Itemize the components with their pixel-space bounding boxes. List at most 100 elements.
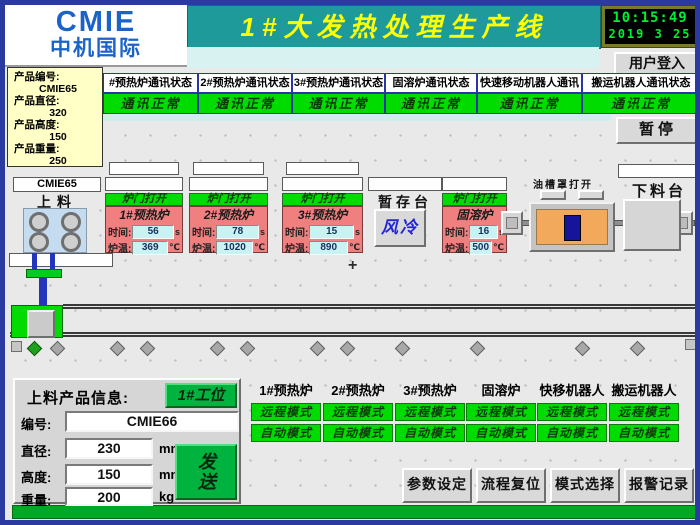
rail-left-handle xyxy=(501,211,523,235)
field-label: 高度: xyxy=(21,467,51,486)
auto-mode-button[interactable]: 自动模式 xyxy=(609,424,679,442)
comm-header-6: 搬运机器人通讯状态 xyxy=(582,73,700,93)
auto-mode-button[interactable]: 自动模式 xyxy=(395,424,465,442)
solution-furnace-name: 固溶炉 xyxy=(445,208,504,223)
product-info-value: 150 xyxy=(14,131,102,143)
robot-carriage xyxy=(27,310,55,338)
hmi-screen: CMIE 中机国际 1#大发热处理生产线 10:15:49 2019 3 25 … xyxy=(0,0,700,525)
solution-temp-value: 500 xyxy=(469,241,492,255)
mode-col-header: 快移机器人 xyxy=(537,382,607,400)
solution-door-status: 炉门打开 xyxy=(442,193,507,206)
product-id-input[interactable]: CMIE66 xyxy=(65,411,239,432)
clock-date: 2019 3 25 xyxy=(605,27,695,42)
comm-status-3: 通讯正常 xyxy=(292,93,385,114)
auto-mode-button[interactable]: 自动模式 xyxy=(537,424,607,442)
loading-form-panel: 上料产品信息: 1#工位 编号: CMIE66 直径: 230 mm 高度: 1… xyxy=(13,378,241,504)
furnace3-slot-b xyxy=(282,177,363,191)
remote-mode-button[interactable]: 远程模式 xyxy=(323,403,393,421)
comm-header-5: 快速移动机器人通讯 xyxy=(477,73,582,93)
limit-switch-icon xyxy=(11,341,22,352)
furnace1-door-status: 炉门打开 xyxy=(105,193,183,206)
furnace2-time-value: 78 xyxy=(216,225,259,239)
field-label: 重量: xyxy=(21,490,51,509)
field-label: 编号: xyxy=(21,414,51,433)
furnace2-slot-a xyxy=(193,162,264,175)
temp-label: 炉温: xyxy=(108,240,131,255)
temp-label: 炉温: xyxy=(445,240,468,255)
mode-col-header: 3#预热炉 xyxy=(395,382,465,400)
comm-header-4: 固溶炉通讯状态 xyxy=(385,73,477,93)
air-cool-button[interactable]: 风冷 xyxy=(374,209,426,247)
comm-header-2: 2#预热炉通讯状态 xyxy=(198,73,292,93)
product-info-label: 产品重量: xyxy=(14,143,102,155)
param-setting-button[interactable]: 参数设定 xyxy=(402,468,472,503)
oil-quench-tank xyxy=(529,202,615,252)
furnace3-panel: 3#预热炉 时间: 15 s 炉温: 890 ℃ xyxy=(282,206,363,253)
auto-mode-button[interactable]: 自动模式 xyxy=(466,424,536,442)
furnace1-time-value: 56 xyxy=(132,225,174,239)
gripper-finger-icon xyxy=(32,253,37,270)
solution-furnace-panel: 固溶炉 时间: 16 s 炉温: 500 ℃ xyxy=(442,206,507,253)
unloading-slot xyxy=(618,164,700,178)
auto-mode-button[interactable]: 自动模式 xyxy=(323,424,393,442)
oil-tank-cover-button-left[interactable] xyxy=(540,190,566,200)
unit-label: kg xyxy=(159,489,174,504)
gripper-finger-icon xyxy=(50,253,55,270)
unloading-platform xyxy=(623,199,681,251)
diameter-input[interactable]: 230 xyxy=(65,438,153,459)
pause-button[interactable]: 暂停 xyxy=(616,117,700,144)
roller-icon xyxy=(61,232,81,252)
logo-text-cn: 中机国际 xyxy=(5,37,187,61)
comm-status-4: 通讯正常 xyxy=(385,93,477,114)
furnace1-panel: 1#预热炉 时间: 56 s 炉温: 369 ℃ xyxy=(105,206,183,253)
furnace2-name: 2#预热炉 xyxy=(192,208,265,223)
comm-status-5: 通讯正常 xyxy=(477,93,582,114)
auto-mode-button[interactable]: 自动模式 xyxy=(251,424,321,442)
oil-tank-cover-button-right[interactable] xyxy=(578,190,604,200)
mode-col-header: 搬运机器人 xyxy=(609,382,679,400)
mode-col-header: 固溶炉 xyxy=(466,382,536,400)
rail-marker: + xyxy=(348,257,357,275)
temp-unit: ℃ xyxy=(349,242,360,253)
loading-track-box xyxy=(9,253,113,267)
furnace2-slot-b xyxy=(189,177,268,191)
product-info-label: 产品编号: xyxy=(14,71,102,83)
process-reset-button[interactable]: 流程复位 xyxy=(476,468,546,503)
send-button-label: 发送 xyxy=(193,452,219,492)
alarm-record-button[interactable]: 报警记录 xyxy=(624,468,694,503)
upper-rail xyxy=(63,304,700,309)
oil-tank-core xyxy=(536,209,608,245)
comm-status-2: 通讯正常 xyxy=(198,93,292,114)
logo-text-en: CMIE xyxy=(5,7,187,37)
station-select-button[interactable]: 1#工位 xyxy=(165,383,237,408)
furnace1-temp-value: 369 xyxy=(132,241,168,255)
comm-status-1: 通讯正常 xyxy=(103,93,198,114)
roller-icon xyxy=(29,232,49,252)
temp-unit: ℃ xyxy=(493,242,504,253)
header-strip xyxy=(187,47,599,68)
product-info-value: 320 xyxy=(14,107,102,119)
clock-display: 10:15:49 2019 3 25 xyxy=(601,5,699,48)
temp-label: 炉温: xyxy=(192,240,215,255)
remote-mode-button[interactable]: 远程模式 xyxy=(251,403,321,421)
furnace2-panel: 2#预热炉 时间: 78 s 炉温: 1020 ℃ xyxy=(189,206,268,253)
furnace3-slot-a xyxy=(286,162,359,175)
height-input[interactable]: 150 xyxy=(65,464,153,485)
send-button[interactable]: 发送 xyxy=(175,444,237,500)
remote-mode-button[interactable]: 远程模式 xyxy=(537,403,607,421)
time-unit: s xyxy=(355,227,360,237)
remote-mode-button[interactable]: 远程模式 xyxy=(395,403,465,421)
buffer-slot xyxy=(368,177,442,191)
remote-mode-button[interactable]: 远程模式 xyxy=(609,403,679,421)
remote-mode-button[interactable]: 远程模式 xyxy=(466,403,536,421)
form-title: 上料产品信息: xyxy=(27,387,129,408)
furnace3-name: 3#预热炉 xyxy=(285,208,360,223)
furnace2-temp-value: 1020 xyxy=(216,241,253,255)
user-login-button[interactable]: 用户登入 xyxy=(614,52,700,75)
mode-select-button[interactable]: 模式选择 xyxy=(550,468,620,503)
sub-strip xyxy=(103,114,611,121)
furnace3-temp-value: 890 xyxy=(309,241,348,255)
weight-input[interactable]: 200 xyxy=(65,487,153,506)
furnace3-door-status: 炉门打开 xyxy=(282,193,363,206)
product-info-value: CMIE65 xyxy=(14,83,102,95)
